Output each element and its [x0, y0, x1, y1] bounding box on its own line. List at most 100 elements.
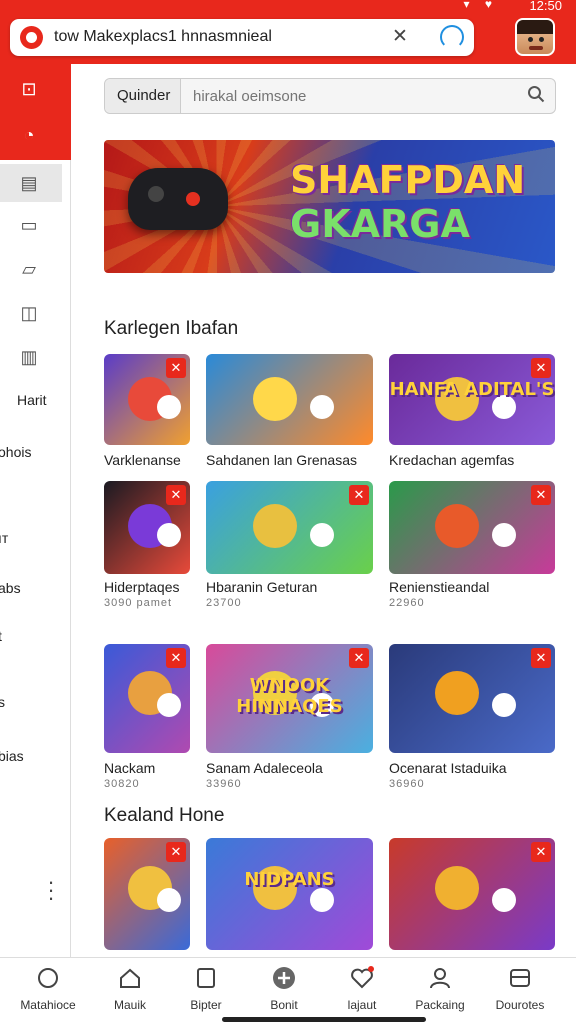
- tile-art-text: NIDPANS: [244, 869, 335, 891]
- folder-icon[interactable]: ▱: [18, 258, 40, 280]
- tile-badge-icon: ✕: [531, 648, 551, 668]
- tile-badge-icon: ✕: [349, 648, 369, 668]
- nav-item-mauik[interactable]: Mauik: [92, 966, 168, 1012]
- nav-label: Matahioce: [20, 998, 76, 1012]
- game-tile-image[interactable]: ✕: [206, 481, 373, 574]
- document-icon[interactable]: ▤: [18, 172, 40, 194]
- section-title: Kealand Hone: [104, 805, 225, 826]
- game-meta: 36960: [389, 778, 425, 790]
- nav-item-matahioce[interactable]: Matahioce: [10, 966, 86, 1012]
- sidebar-item-label[interactable]: ohois: [0, 444, 31, 460]
- game-title[interactable]: Nackam: [104, 760, 204, 776]
- tile-badge-icon: ✕: [349, 485, 369, 505]
- search-input[interactable]: [185, 80, 515, 112]
- game-tile-image[interactable]: ✕: [104, 481, 190, 574]
- section-title: Karlegen Ibafan: [104, 318, 239, 339]
- character-art: [252, 504, 297, 549]
- game-title[interactable]: Ocenarat Istaduika: [389, 760, 569, 776]
- sidebar: ⊡ ◔ ▤ ▭ ▱ ◫ ▥ Harit ohois ıт abs t s bia…: [0, 64, 71, 957]
- person-icon: [430, 968, 450, 989]
- character-art: [157, 522, 182, 547]
- game-meta: 3090 pamet: [104, 597, 173, 609]
- character-art: [309, 394, 334, 419]
- nav-label: Bipter: [190, 998, 222, 1012]
- sidebar-item-label[interactable]: Harit: [17, 392, 47, 408]
- bottom-navigation: Matahioce Mauik Bipter Bonit lajaut Packaing D…: [0, 957, 576, 1024]
- nav-item-lajaut[interactable]: lajaut: [324, 966, 400, 1012]
- clock-icon[interactable]: ◔: [18, 124, 40, 146]
- sidebar-item-label[interactable]: abs: [0, 580, 21, 596]
- nav-item-dourotes[interactable]: Dourotes: [482, 966, 558, 1012]
- game-title[interactable]: Renienstieandal: [389, 579, 569, 595]
- nav-label: lajaut: [347, 998, 377, 1012]
- game-tile-image[interactable]: HANFA ADITAL'S ✕: [389, 354, 555, 445]
- more-vert-icon[interactable]: · · ·: [46, 871, 56, 909]
- sidebar-item-label[interactable]: ıт: [0, 530, 8, 546]
- bookmark-icon[interactable]: ⊡: [18, 78, 40, 100]
- character-art: [435, 866, 480, 910]
- site-logo-icon: [20, 26, 43, 49]
- nav-item-bipter[interactable]: Bipter: [168, 966, 244, 1012]
- game-title[interactable]: Varklenanse: [104, 452, 204, 468]
- status-icons: ▾ ♥: [463, 0, 498, 11]
- tile-art-text: HANFA ADITAL'S: [389, 379, 555, 401]
- game-title[interactable]: Kredachan agemfas: [389, 452, 569, 468]
- url-text[interactable]: tow Makexplacs1 hnnasmnieal: [54, 28, 354, 46]
- sidebar-item-label[interactable]: t: [0, 628, 2, 644]
- search-bar: Quinder: [104, 78, 556, 114]
- tile-badge-icon: ✕: [166, 485, 186, 505]
- character-art: [309, 888, 334, 913]
- tile-badge-icon: ✕: [166, 842, 186, 862]
- game-tile-image[interactable]: ✕: [389, 481, 555, 574]
- search-scope-chip[interactable]: Quinder: [105, 79, 181, 113]
- banner-title: SHAFPDAN GKARGA: [290, 158, 550, 246]
- image-icon[interactable]: ▭: [18, 214, 40, 236]
- sidebar-item-label[interactable]: s: [0, 694, 5, 710]
- tile-badge-icon: ✕: [531, 358, 551, 378]
- banner-title-line1: SHAFPDAN: [290, 158, 526, 202]
- game-tile-image[interactable]: ✕: [104, 354, 190, 445]
- tablet-icon: [197, 968, 215, 988]
- url-bar[interactable]: tow Makexplacs1 hnnasmnieal ✕: [10, 19, 474, 56]
- home-icon: [120, 968, 140, 988]
- character-art: [491, 693, 516, 718]
- game-tile-image[interactable]: WNOOK HINNAQES ✕: [206, 644, 373, 753]
- box-icon: [510, 969, 530, 987]
- account-icon[interactable]: [440, 25, 464, 49]
- status-time: 12:50: [529, 0, 562, 13]
- game-meta: 23700: [206, 597, 242, 609]
- search-icon[interactable]: [527, 85, 545, 103]
- browser-top-bar: ▾ ♥ 12:50 tow Makexplacs1 hnnasmnieal ✕: [0, 0, 576, 64]
- nav-item-packaing[interactable]: Packaing: [402, 966, 478, 1012]
- app-screen: ▾ ♥ 12:50 tow Makexplacs1 hnnasmnieal ✕ …: [0, 0, 576, 1024]
- gamepad-icon: [128, 168, 228, 230]
- promo-banner[interactable]: SHAFPDAN GKARGA: [104, 140, 555, 273]
- game-tile-image[interactable]: ✕: [389, 838, 555, 950]
- banner-title-line2: GKARGA: [290, 202, 470, 246]
- mic-icon: [38, 968, 58, 988]
- game-tile-image[interactable]: ✕: [104, 644, 190, 753]
- tile-art-text: WNOOK HINNAQES: [236, 674, 343, 717]
- game-tile-image[interactable]: NIDPANS: [206, 838, 373, 950]
- game-title[interactable]: Hiderptaqes: [104, 579, 204, 595]
- game-title[interactable]: Hbaranin Geturan: [206, 579, 387, 595]
- character-art: [309, 522, 334, 547]
- edit-icon[interactable]: ◫: [18, 302, 40, 324]
- tile-badge-icon: ✕: [166, 648, 186, 668]
- list-icon[interactable]: ▥: [18, 346, 40, 368]
- tools-icon[interactable]: ✕: [388, 25, 412, 49]
- heart-icon: [351, 966, 374, 989]
- game-meta: 33960: [206, 778, 242, 790]
- nav-label: Mauik: [113, 998, 146, 1012]
- nav-item-bonit[interactable]: Bonit: [246, 966, 322, 1012]
- nav-label: Dourotes: [495, 998, 545, 1012]
- avatar[interactable]: [515, 18, 555, 56]
- sidebar-item-label[interactable]: bias: [0, 748, 24, 764]
- game-title[interactable]: Sahdanen lan Grenasas: [206, 452, 387, 468]
- game-tile-image[interactable]: ✕: [104, 838, 190, 950]
- game-tile-image[interactable]: [206, 354, 373, 445]
- tile-badge-icon: ✕: [166, 358, 186, 378]
- game-tile-image[interactable]: ✕: [389, 644, 555, 753]
- nav-label: Bonit: [270, 998, 298, 1012]
- game-title[interactable]: Sanam Adaleceola: [206, 760, 387, 776]
